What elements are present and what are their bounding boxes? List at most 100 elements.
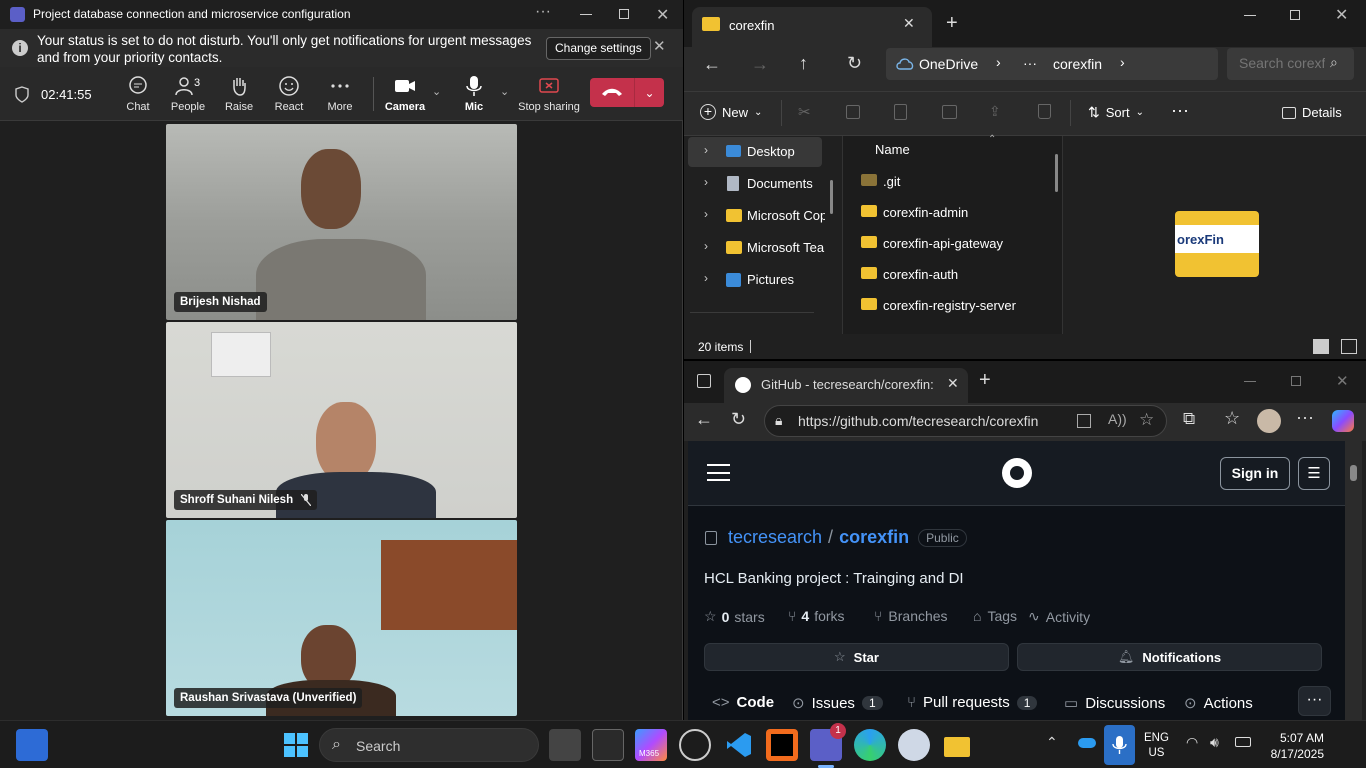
browser-globe-icon[interactable]: [679, 729, 711, 761]
show-hidden-icons-chevron[interactable]: ⌃: [1046, 734, 1058, 751]
sort-button[interactable]: ⇅ Sort ⌄: [1088, 104, 1144, 121]
more-tabs-icon[interactable]: ···: [1298, 686, 1331, 716]
tab-actions[interactable]: ⊙ Actions: [1184, 694, 1253, 713]
file-explorer-icon[interactable]: [941, 729, 973, 761]
camera-chevron-down-icon[interactable]: ⌄: [432, 85, 441, 98]
tab-discussions[interactable]: ▭ Discussions: [1064, 694, 1165, 713]
minimize-icon[interactable]: [1244, 381, 1256, 382]
close-icon[interactable]: ✕: [656, 5, 669, 25]
read-aloud-icon[interactable]: A)): [1108, 411, 1127, 427]
stop-sharing-button[interactable]: Stop sharing: [517, 75, 581, 113]
details-button[interactable]: Details: [1282, 105, 1342, 120]
change-settings-button[interactable]: Change settings: [546, 37, 651, 60]
m365-icon[interactable]: M365: [635, 729, 667, 761]
github-logo-icon[interactable]: [1002, 458, 1032, 488]
nav-item-microsoft-teams[interactable]: Microsoft Tear: [747, 240, 825, 255]
video-tile-2[interactable]: Shroff Suhani Nilesh: [166, 322, 517, 518]
close-window-icon[interactable]: ✕: [1335, 5, 1348, 25]
new-button[interactable]: + New ⌄: [700, 104, 762, 120]
scrollbar-thumb[interactable]: [1350, 465, 1357, 481]
close-window-icon[interactable]: ✕: [1336, 372, 1349, 390]
search-input[interactable]: [1239, 55, 1325, 71]
extensions-icon[interactable]: ⧉: [1183, 409, 1195, 429]
tab-code[interactable]: <> Code: [712, 694, 774, 711]
favorites-icon[interactable]: ☆: [1224, 408, 1240, 429]
file-list-scrollbar[interactable]: [1055, 154, 1058, 192]
breadcrumb-corexfin[interactable]: corexfin: [1053, 56, 1102, 72]
nav-item-documents[interactable]: Documents: [747, 176, 813, 191]
start-button[interactable]: [280, 729, 312, 761]
copy-icon[interactable]: [846, 105, 860, 119]
minimize-icon[interactable]: [580, 14, 592, 15]
profile-avatar[interactable]: [1257, 409, 1281, 433]
mic-in-use-button[interactable]: [1104, 725, 1135, 765]
file-item[interactable]: corexfin-auth: [883, 267, 958, 282]
mic-button[interactable]: Mic: [450, 75, 498, 113]
copilot-icon[interactable]: [1332, 410, 1354, 432]
paste-icon[interactable]: [894, 104, 907, 120]
expand-chevron-icon[interactable]: ›: [704, 239, 708, 253]
clock[interactable]: 5:07 AM 8/17/2025: [1262, 730, 1324, 762]
nav-item-pictures[interactable]: Pictures: [747, 272, 794, 287]
details-view-icon[interactable]: [1313, 339, 1329, 354]
battery-icon[interactable]: [1235, 737, 1251, 747]
nav-item-microsoft-copilot[interactable]: Microsoft Cop: [747, 208, 825, 223]
leave-call-button[interactable]: ⌄: [590, 78, 664, 107]
teams-taskbar-icon[interactable]: 1: [810, 723, 846, 761]
close-tab-icon[interactable]: ✕: [947, 375, 959, 392]
vscode-icon[interactable]: [723, 729, 755, 761]
search-filter-icon[interactable]: ☰: [1298, 457, 1330, 490]
dismiss-notice-icon[interactable]: ✕: [653, 38, 666, 55]
taskbar-search-box[interactable]: ⌕ Search: [319, 728, 539, 762]
large-icons-view-icon[interactable]: [1341, 339, 1357, 354]
mic-chevron-down-icon[interactable]: ⌄: [500, 85, 509, 98]
url-text[interactable]: https://github.com/tecresearch/corexfin: [798, 413, 1038, 429]
stars-link[interactable]: ☆ 0 stars: [704, 608, 765, 625]
leave-chevron-down-icon[interactable]: ⌄: [635, 86, 664, 100]
favorite-star-icon[interactable]: ☆: [1139, 410, 1154, 430]
video-tile-3[interactable]: Raushan Srivastava (Unverified): [166, 520, 517, 716]
maximize-icon[interactable]: [1290, 10, 1300, 20]
more-options-icon[interactable]: ···: [535, 3, 551, 21]
sign-in-button[interactable]: Sign in: [1220, 457, 1290, 490]
file-item[interactable]: corexfin-admin: [883, 205, 968, 220]
people-button[interactable]: 3 People: [164, 75, 212, 113]
cut-icon[interactable]: ✂: [798, 103, 811, 121]
new-tab-icon[interactable]: +: [946, 12, 958, 35]
up-arrow-icon[interactable]: ↑: [799, 53, 808, 74]
minimize-icon[interactable]: [1244, 15, 1256, 16]
page-scrollbar[interactable]: [1345, 441, 1362, 720]
browser-tab[interactable]: GitHub - tecresearch/corexfin: HC ✕: [724, 368, 968, 403]
url-bar[interactable]: 🔒︎ https://github.com/tecresearch/corexf…: [764, 405, 1167, 437]
breadcrumb-ellipsis[interactable]: ···: [1023, 55, 1037, 71]
file-item[interactable]: corexfin-api-gateway: [883, 236, 1003, 251]
settings-more-icon[interactable]: ···: [1296, 407, 1314, 428]
tags-link[interactable]: ⌂ Tags: [973, 608, 1017, 624]
terminal-icon[interactable]: [592, 729, 624, 761]
tab-issues[interactable]: ⊙ Issues 1: [792, 694, 883, 712]
react-button[interactable]: React: [265, 75, 313, 113]
volume-icon[interactable]: 🔊︎: [1210, 734, 1219, 751]
more-button[interactable]: More: [316, 75, 364, 113]
rename-icon[interactable]: [942, 105, 957, 119]
raise-hand-button[interactable]: Raise: [215, 75, 263, 113]
new-tab-icon[interactable]: +: [979, 369, 991, 392]
widgets-icon[interactable]: [16, 729, 48, 761]
forward-arrow-icon[interactable]: →: [751, 54, 769, 75]
close-tab-icon[interactable]: ✕: [903, 15, 915, 32]
branches-link[interactable]: ⑂ Branches: [874, 608, 948, 624]
postgres-icon[interactable]: [898, 729, 930, 761]
expand-chevron-icon[interactable]: ›: [704, 175, 708, 189]
maximize-icon[interactable]: [1291, 376, 1301, 386]
column-header-name[interactable]: Name: [875, 142, 910, 157]
hamburger-menu-icon[interactable]: [707, 464, 730, 481]
nav-item-desktop[interactable]: Desktop: [747, 144, 795, 159]
expand-chevron-icon[interactable]: ›: [704, 207, 708, 221]
nav-scrollbar[interactable]: [830, 180, 833, 214]
refresh-icon[interactable]: ↻: [731, 409, 746, 430]
activity-link[interactable]: ∿ Activity: [1028, 608, 1090, 625]
lock-icon[interactable]: 🔒︎: [775, 412, 782, 429]
language-indicator[interactable]: ENG US: [1144, 731, 1169, 761]
edge-icon[interactable]: [854, 729, 886, 761]
onedrive-icon[interactable]: [1078, 738, 1096, 748]
